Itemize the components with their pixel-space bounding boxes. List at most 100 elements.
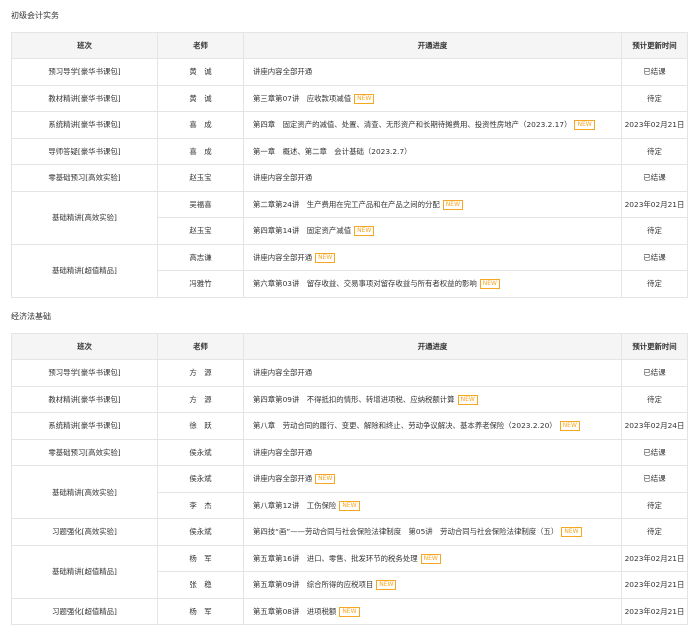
teacher-cell: 赵玉宝 xyxy=(157,164,244,192)
header-teacher: 老师 xyxy=(157,32,244,59)
update-time-cell: 待定 xyxy=(621,385,688,413)
update-time-cell: 2023年02月21日 xyxy=(621,544,688,572)
table-header-row: 班次 老师 开通进度 预计更新时间 xyxy=(11,333,688,360)
progress-cell: 讲座内容全部开通 NEW xyxy=(243,465,622,493)
new-badge: NEW xyxy=(479,279,500,290)
teacher-cell: 黄 诚 xyxy=(157,84,244,112)
new-badge: NEW xyxy=(315,252,336,263)
table-row: 导师答疑[豪华书课包] 喜 成 第一章 概述、第二章 会计基础（2023.2.7… xyxy=(11,137,688,165)
progress-cell: 讲座内容全部开通 NEW xyxy=(243,243,622,271)
new-badge: NEW xyxy=(457,394,478,405)
table-row: 基础精讲[超值精品] 杨 军 第五章第16讲 进口、零售、批发环节的税务处理 NE… xyxy=(11,544,688,599)
header-progress: 开通进度 xyxy=(243,32,622,59)
table-row: 零基础预习[高效实验] 赵玉宝 讲座内容全部开通 已结课 xyxy=(11,164,688,192)
progress-cell: 第二章第24讲 生产费用在完工产品和在产品之间的分配 NEW xyxy=(243,190,622,218)
update-time-cell: 2023年02月21日 xyxy=(621,597,688,625)
header-update-time: 预计更新时间 xyxy=(621,333,688,360)
teacher-cell: 侯永斌 xyxy=(157,518,244,546)
progress-cell: 第四章 固定资产的减值、处置、清查、无形资产和长期待摊费用、投资性房地产（202… xyxy=(243,111,622,139)
update-time-cell: 已结课 xyxy=(621,359,688,387)
progress-cell: 第三章第07讲 应收款项减值 NEW xyxy=(243,84,622,112)
progress-text: 第四章 固定资产的减值、处置、清查、无形资产和长期待摊费用、投资性房地产（202… xyxy=(253,120,572,130)
class-cell: 教材精讲[豪华书课包] xyxy=(11,84,158,112)
progress-text: 第六章第03讲 留存收益、交易事项对留存收益与所有者权益的影响 xyxy=(253,279,477,289)
progress-text: 第四章第09讲 不得抵扣的情形、转增进项税、应纳税额计算 xyxy=(253,394,455,404)
progress-cell: 第四章第14讲 固定资产减值 NEW xyxy=(243,217,622,245)
update-time-cell: 待定 xyxy=(621,270,688,298)
teacher-cell: 冯雅竹 xyxy=(157,270,244,298)
progress-cell: 第四技“画”——劳动合同与社会保险法律制度 第05讲 劳动合同与社会保险法律制度… xyxy=(243,518,622,546)
progress-text: 第五章第08讲 进项税额 xyxy=(253,606,337,616)
class-cell: 习题强化[超值精品] xyxy=(11,597,158,625)
class-cell: 预习导学[豪华书课包] xyxy=(11,58,158,86)
teacher-cell: 侯永斌 xyxy=(157,438,244,466)
progress-cell: 讲座内容全部开通 xyxy=(243,58,622,86)
class-cell: 基础精讲[高效实验] xyxy=(11,190,158,245)
progress-text: 第三章第07讲 应收款项减值 xyxy=(253,93,352,103)
progress-text: 第二章第24讲 生产费用在完工产品和在产品之间的分配 xyxy=(253,199,440,209)
new-badge: NEW xyxy=(561,527,582,538)
teacher-cell: 李 杰 xyxy=(157,491,244,519)
progress-cell: 第一章 概述、第二章 会计基础（2023.2.7） xyxy=(243,137,622,165)
progress-text: 讲座内容全部开通 xyxy=(253,447,313,457)
progress-cell: 第五章第16讲 进口、零售、批发环节的税务处理 NEW xyxy=(243,544,622,572)
progress-text: 讲座内容全部开通 xyxy=(253,252,313,262)
progress-cell: 第八章 劳动合同的履行、变更、解除和终止、劳动争议解决、基本养老保险（2023.… xyxy=(243,412,622,440)
table-row: 基础精讲[超值精品] 高志谦 讲座内容全部开通 NEW 已结课 xyxy=(11,243,688,298)
class-cell: 系统精讲[豪华书课包] xyxy=(11,111,158,139)
progress-cell: 讲座内容全部开通 xyxy=(243,164,622,192)
class-cell: 零基础预习[高效实验] xyxy=(11,438,158,466)
update-time-cell: 2023年02月21日 xyxy=(621,190,688,218)
table-header-row: 班次 老师 开通进度 预计更新时间 xyxy=(11,32,688,59)
update-time-cell: 已结课 xyxy=(621,164,688,192)
teacher-cell: 吴福喜 xyxy=(157,190,244,218)
header-update-time: 预计更新时间 xyxy=(621,32,688,59)
class-cell: 基础精讲[超值精品] xyxy=(11,544,158,599)
table-row: 系统精讲[豪华书课包] 喜 成 第四章 固定资产的减值、处置、清查、无形资产和长… xyxy=(11,111,688,139)
progress-text: 讲座内容全部开通 xyxy=(253,368,313,378)
course-table-accounting: 班次 老师 开通进度 预计更新时间 预习导学[豪华书课包] 黄 诚 讲座内容全部… xyxy=(11,32,688,298)
teacher-cell: 喜 成 xyxy=(157,137,244,165)
class-cell: 预习导学[豪华书课包] xyxy=(11,359,158,387)
header-class: 班次 xyxy=(11,32,158,59)
progress-text: 第五章第16讲 进口、零售、批发环节的税务处理 xyxy=(253,553,418,563)
progress-text: 讲座内容全部开通 xyxy=(253,474,313,484)
new-badge: NEW xyxy=(354,226,375,237)
progress-cell: 讲座内容全部开通 xyxy=(243,438,622,466)
class-cell: 习题强化[高效实验] xyxy=(11,518,158,546)
header-class: 班次 xyxy=(11,333,158,360)
table-row: 教材精讲[豪华书课包] 方 源 第四章第09讲 不得抵扣的情形、转增进项税、应纳… xyxy=(11,385,688,413)
progress-cell: 第八章第12讲 工伤保险 NEW xyxy=(243,491,622,519)
teacher-cell: 喜 成 xyxy=(157,111,244,139)
update-time-cell: 已结课 xyxy=(621,243,688,271)
update-time-cell: 2023年02月24日 xyxy=(621,412,688,440)
table-row: 系统精讲[豪华书课包] 徐 跃 第八章 劳动合同的履行、变更、解除和终止、劳动争… xyxy=(11,412,688,440)
teacher-cell: 高志谦 xyxy=(157,243,244,271)
update-time-cell: 待定 xyxy=(621,491,688,519)
teacher-cell: 杨 军 xyxy=(157,544,244,572)
update-time-cell: 2023年02月21日 xyxy=(621,571,688,599)
progress-cell: 第五章第08讲 进项税额 NEW xyxy=(243,597,622,625)
table-row: 教材精讲[豪华书课包] 黄 诚 第三章第07讲 应收款项减值 NEW 待定 xyxy=(11,84,688,112)
teacher-cell: 张 稳 xyxy=(157,571,244,599)
table-row: 预习导学[豪华书课包] 方 源 讲座内容全部开通 已结课 xyxy=(11,359,688,387)
class-cell: 系统精讲[豪华书课包] xyxy=(11,412,158,440)
section-title-accounting: 初级会计实务 xyxy=(11,11,59,20)
progress-text: 第八章 劳动合同的履行、变更、解除和终止、劳动争议解决、基本养老保险（2023.… xyxy=(253,421,557,431)
update-time-cell: 待定 xyxy=(621,84,688,112)
update-time-cell: 已结课 xyxy=(621,465,688,493)
class-cell: 教材精讲[豪华书课包] xyxy=(11,385,158,413)
update-time-cell: 待定 xyxy=(621,518,688,546)
section-title-economic-law: 经济法基础 xyxy=(11,312,51,321)
header-progress: 开通进度 xyxy=(243,333,622,360)
progress-text: 讲座内容全部开通 xyxy=(253,173,313,183)
new-badge: NEW xyxy=(559,421,580,432)
header-teacher: 老师 xyxy=(157,333,244,360)
progress-text: 第一章 概述、第二章 会计基础（2023.2.7） xyxy=(253,146,412,156)
teacher-cell: 徐 跃 xyxy=(157,412,244,440)
teacher-cell: 黄 诚 xyxy=(157,58,244,86)
progress-cell: 第五章第09讲 综合所得的应税项目 NEW xyxy=(243,571,622,599)
teacher-cell: 赵玉宝 xyxy=(157,217,244,245)
table-row: 基础精讲[高效实验] 侯永斌 讲座内容全部开通 NEW 已结课 xyxy=(11,465,688,519)
progress-cell: 第四章第09讲 不得抵扣的情形、转增进项税、应纳税额计算 NEW xyxy=(243,385,622,413)
